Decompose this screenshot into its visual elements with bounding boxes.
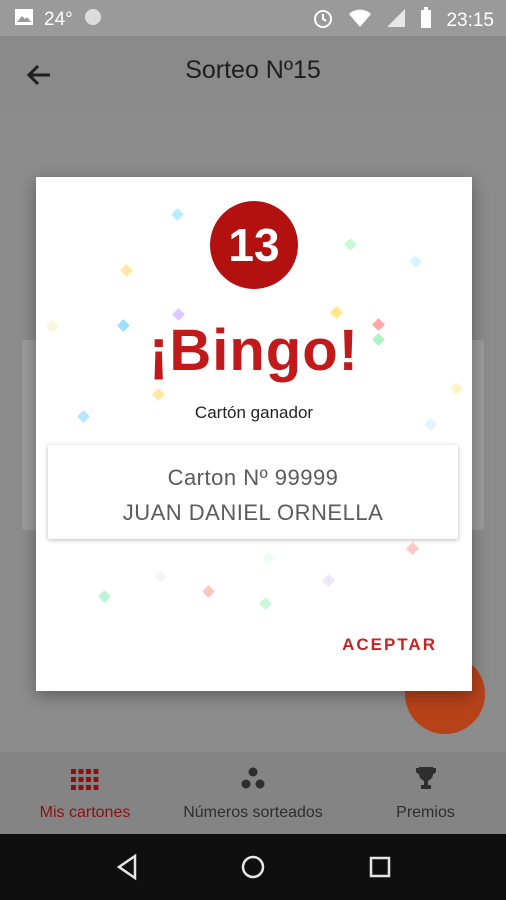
clock-time: 23:15 bbox=[446, 10, 494, 31]
confetti bbox=[262, 552, 275, 565]
confetti bbox=[171, 208, 184, 221]
image-icon bbox=[14, 7, 34, 33]
wifi-icon bbox=[348, 8, 372, 34]
nav-item-premios[interactable]: Premios bbox=[345, 752, 506, 834]
winning-card: Carton Nº 99999 JUAN DANIEL ORNELLA bbox=[48, 445, 458, 539]
confetti bbox=[154, 570, 167, 583]
home-circle-icon[interactable] bbox=[238, 852, 268, 882]
confetti bbox=[409, 255, 422, 268]
signal-icon bbox=[386, 8, 406, 34]
alarm-icon bbox=[312, 7, 334, 35]
card-number: Carton Nº 99999 bbox=[167, 465, 339, 490]
confetti bbox=[120, 264, 133, 277]
nav-item-numeros-sorteados[interactable]: Números sorteados bbox=[165, 752, 341, 834]
confetti bbox=[152, 388, 165, 401]
confetti bbox=[450, 382, 463, 395]
accept-button[interactable]: ACEPTAR bbox=[342, 635, 437, 655]
nav-label: Premios bbox=[396, 804, 455, 821]
back-triangle-icon[interactable] bbox=[113, 852, 143, 882]
nav-label: Números sorteados bbox=[183, 804, 323, 821]
confetti bbox=[322, 574, 335, 587]
confetti bbox=[344, 238, 357, 251]
confetti bbox=[98, 590, 111, 603]
balls-icon bbox=[240, 767, 266, 796]
confetti bbox=[259, 597, 272, 610]
system-nav-bar bbox=[0, 834, 506, 900]
bingo-dialog: 13 ¡Bingo! Cartón ganador Carton Nº 9999… bbox=[36, 177, 472, 691]
card-owner: JUAN DANIEL ORNELLA bbox=[122, 500, 384, 525]
status-bar: 24° 23:15 bbox=[0, 0, 506, 36]
drawn-ball: 13 bbox=[210, 201, 298, 289]
battery-icon bbox=[420, 7, 432, 35]
weather-icon bbox=[83, 7, 103, 33]
confetti bbox=[202, 585, 215, 598]
recents-square-icon[interactable] bbox=[365, 852, 395, 882]
nav-item-mis-cartones[interactable]: Mis cartones bbox=[0, 752, 170, 834]
temperature: 24° bbox=[44, 9, 73, 30]
nav-label: Mis cartones bbox=[39, 804, 131, 821]
bottom-nav: Mis cartones Números sorteados Premios bbox=[0, 752, 506, 834]
grid-icon bbox=[71, 769, 99, 796]
bingo-title: ¡Bingo! bbox=[149, 318, 359, 383]
app-bar: Sorteo Nº15 bbox=[0, 36, 506, 112]
page-title: Sorteo Nº15 bbox=[185, 56, 321, 84]
trophy-icon bbox=[413, 765, 439, 796]
winner-subtitle: Cartón ganador bbox=[194, 403, 314, 422]
confetti bbox=[406, 542, 419, 555]
